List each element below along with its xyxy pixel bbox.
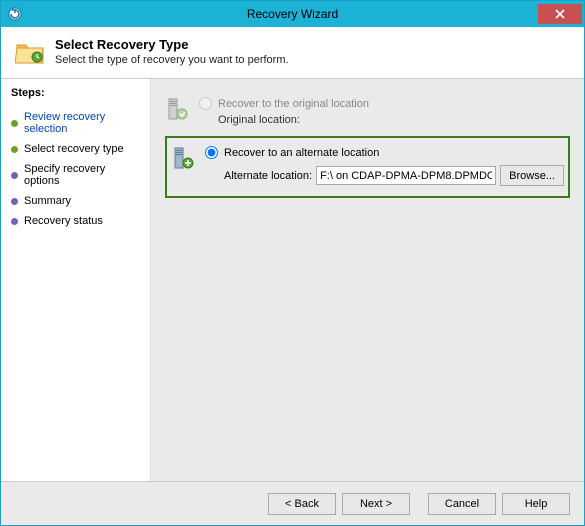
cancel-button[interactable]: Cancel — [428, 493, 496, 515]
wizard-body: Steps: Review recovery selection Select … — [1, 79, 584, 481]
radio-original-input — [199, 97, 212, 110]
page-title: Select Recovery Type — [55, 37, 289, 52]
recovery-folder-icon — [15, 39, 45, 65]
help-button[interactable]: Help — [502, 493, 570, 515]
highlight-alternate-option: Recover to an alternate location Alterna… — [165, 136, 570, 198]
step-summary[interactable]: Summary — [11, 191, 142, 211]
radio-recover-original: Recover to the original location — [199, 97, 570, 110]
titlebar: Recovery Wizard — [1, 1, 584, 27]
page-subtitle: Select the type of recovery you want to … — [55, 54, 289, 66]
original-location-label: Original location: — [199, 114, 570, 126]
next-button[interactable]: Next > — [342, 493, 410, 515]
server-original-icon — [165, 97, 191, 123]
wizard-header: Select Recovery Type Select the type of … — [1, 27, 584, 78]
step-bullet-icon — [11, 218, 18, 225]
radio-alternate-input[interactable] — [205, 146, 218, 159]
alternate-location-label: Alternate location: — [224, 170, 312, 182]
close-button[interactable] — [538, 4, 582, 24]
step-bullet-icon — [11, 198, 18, 205]
step-recovery-status[interactable]: Recovery status — [11, 211, 142, 231]
browse-button[interactable]: Browse... — [500, 165, 564, 186]
content-panel: Recover to the original location Origina… — [151, 79, 584, 481]
steps-sidebar: Steps: Review recovery selection Select … — [1, 79, 151, 481]
steps-title: Steps: — [11, 87, 142, 99]
app-icon — [7, 6, 23, 22]
server-alternate-icon — [171, 146, 197, 172]
step-bullet-icon — [11, 172, 18, 179]
alternate-location-input[interactable] — [316, 166, 496, 185]
wizard-footer: < Back Next > Cancel Help — [1, 481, 584, 525]
radio-recover-alternate[interactable]: Recover to an alternate location — [205, 146, 564, 159]
option-recover-original: Recover to the original location Origina… — [165, 93, 570, 130]
back-button[interactable]: < Back — [268, 493, 336, 515]
option-recover-alternate: Recover to an alternate location Alterna… — [171, 142, 564, 190]
step-bullet-icon — [11, 120, 18, 127]
step-select-recovery-type[interactable]: Select recovery type — [11, 139, 142, 159]
step-review-recovery-selection[interactable]: Review recovery selection — [11, 107, 142, 139]
window-title: Recovery Wizard — [1, 7, 584, 21]
step-specify-recovery-options[interactable]: Specify recovery options — [11, 159, 142, 191]
step-bullet-icon — [11, 146, 18, 153]
